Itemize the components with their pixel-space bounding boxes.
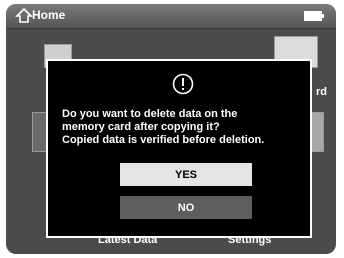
confirm-dialog: Do you want to delete data on the memory… xyxy=(46,59,312,238)
top-bar: Home xyxy=(6,4,336,29)
memory-card-label-partial: rd xyxy=(316,86,327,98)
battery-icon xyxy=(304,11,324,21)
dialog-message: Do you want to delete data on the memory… xyxy=(62,108,265,146)
no-button[interactable]: NO xyxy=(120,196,252,219)
home-icon xyxy=(15,7,33,23)
device-screen: Home rd Latest Data Settings Do you want… xyxy=(6,4,336,254)
yes-button[interactable]: YES xyxy=(120,163,252,186)
page-title: Home xyxy=(32,8,66,22)
alert-icon xyxy=(172,73,194,95)
